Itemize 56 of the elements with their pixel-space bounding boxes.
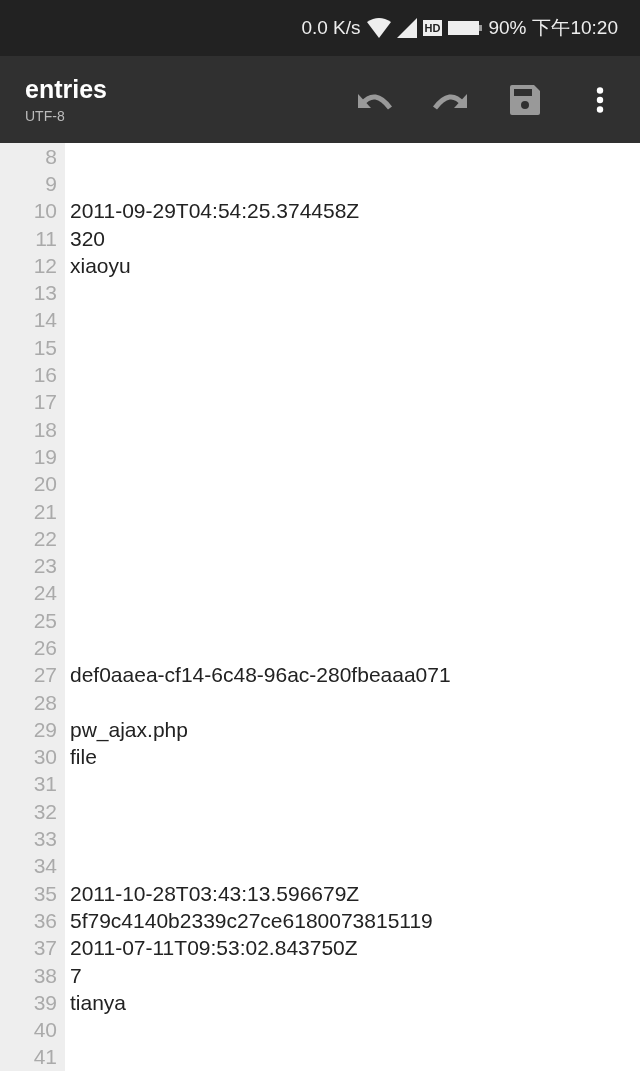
file-title: entries	[25, 75, 108, 104]
line-number: 16	[32, 363, 57, 387]
line-number: 37	[32, 936, 57, 961]
line-number: 18	[32, 417, 57, 442]
line-number: 33	[32, 827, 57, 852]
line-number: 29	[32, 717, 57, 742]
text-line: xiaoyu	[70, 253, 131, 278]
encoding-label: UTF-8	[25, 108, 66, 124]
line-number: 12	[32, 253, 57, 278]
line-number: 32	[32, 799, 57, 824]
line-number: 30	[32, 745, 57, 770]
line-number: 17	[32, 390, 57, 415]
clock: 下午10:20	[532, 16, 618, 40]
line-number: 10	[32, 199, 57, 224]
line-number: 26	[32, 636, 57, 660]
network-speed: 0.0 K/s	[301, 17, 361, 39]
line-number: 9	[44, 171, 57, 196]
text-line: 2011-07-11T09:53:02.843750Z	[70, 936, 358, 961]
line-number: 25	[32, 608, 57, 633]
text-line: 2011-10-28T03:43:13.596679Z	[70, 881, 360, 906]
line-number: 8	[44, 144, 57, 169]
line-number: 31	[32, 772, 57, 797]
line-number: 38	[32, 963, 57, 988]
save-icon	[510, 84, 540, 115]
battery-icon	[448, 20, 483, 36]
text-line: file	[70, 745, 97, 770]
line-number: 24	[32, 581, 57, 606]
line-number: 20	[32, 472, 57, 497]
line-number: 28	[32, 690, 57, 715]
text-line: pw_ajax.php	[70, 717, 188, 742]
line-number: 22	[32, 526, 57, 551]
text-line: 320	[70, 226, 106, 251]
line-number: 36	[32, 908, 57, 933]
line-number: 41	[32, 1045, 57, 1070]
line-number: 23	[32, 554, 57, 579]
line-number: 40	[32, 1018, 57, 1043]
text-line: 5f79c4140b2339c27ce6180073815119	[70, 908, 433, 933]
line-number: 11	[34, 226, 57, 251]
line-number: 13	[32, 281, 57, 306]
line-number: 34	[32, 854, 57, 879]
line-number: 19	[32, 444, 57, 469]
line-number: 21	[32, 499, 57, 524]
battery-level: 90%	[488, 17, 527, 39]
line-number: 35	[32, 881, 57, 906]
signal-icon	[396, 18, 417, 38]
text-line: 2011-09-29T04:54:25.374458Z	[70, 199, 360, 224]
wifi-icon	[366, 18, 391, 38]
text-line: 7	[70, 963, 82, 988]
hd-badge: HD	[422, 20, 443, 36]
text-line: def0aaea-cf14-6c48-96ac-280fbeaaa071	[70, 663, 451, 688]
line-number: 15	[32, 335, 57, 360]
line-number: 27	[32, 663, 57, 688]
text-line: tianya	[70, 990, 127, 1015]
more-vertical-icon	[596, 86, 604, 113]
line-number: 14	[32, 308, 57, 333]
line-number: 39	[32, 990, 57, 1015]
